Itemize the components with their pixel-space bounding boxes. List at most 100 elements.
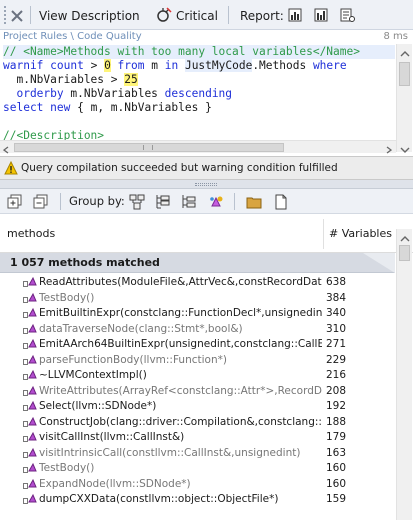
table-row[interactable]: WriteAttributes(ArrayRef<constclang::Att… [0,383,395,398]
column-divider[interactable] [323,219,324,249]
method-icon [23,462,37,474]
group-by-assembly-icon[interactable] [129,194,145,210]
code-text: { m, m.NbVariables } [70,101,212,114]
table-row[interactable]: Select(llvm::SDNode*) 192 [0,398,395,413]
close-icon[interactable] [9,8,25,24]
breadcrumb: Project Rules \ Code Quality 8 ms [0,30,413,44]
code-text: m.NbVariables > [3,73,125,86]
status-message: Query compilation succeeded but warning … [21,162,338,174]
chevron-up-icon[interactable] [400,232,410,242]
method-name: dataTraverseNode(clang::Stmt*,bool&) [39,323,243,335]
keyword-where: where [312,59,347,72]
method-icon [23,354,37,366]
chevron-right-icon[interactable] [386,144,393,154]
keyword-from: from [110,59,145,72]
group-header-row[interactable]: 1 057 methods matched [0,253,395,273]
panel-splitter[interactable] [0,180,413,189]
group-by-type-icon[interactable] [181,194,197,210]
critical-rule-icon[interactable] [156,7,172,23]
method-icon [23,292,37,304]
toolbar-separator [234,193,235,210]
table-row[interactable]: ReadAttributes(ModuleFile&,AttrVec&,cons… [0,274,395,289]
method-name: Select(llvm::SDNode*) [39,400,157,412]
variables-count: 638 [326,276,347,288]
method-icon [23,493,37,505]
variables-count: 179 [326,431,347,443]
method-icon [23,431,37,443]
code-operator: > [83,59,105,72]
method-icon [23,369,37,381]
top-toolbar: View Description Critical Report: [0,0,413,30]
chevron-up-icon[interactable] [400,47,410,57]
variables-count: 163 [326,447,347,459]
code-text: m.NbVariables [63,87,165,100]
results-toolbar: Group by: [0,189,413,214]
grip-icon [143,145,153,150]
method-icon [23,338,37,350]
toolbar-separator [30,6,31,24]
method-icon [23,276,37,288]
table-row[interactable]: dataTraverseNode(clang::Stmt*,bool&) 310 [0,321,395,336]
keyword-in: in [164,59,179,72]
collapse-all-icon[interactable] [33,194,49,210]
code-domain-highlight: JustMyCode [184,59,253,72]
chevron-down-icon[interactable] [400,143,410,153]
table-row[interactable]: ExpandNode(llvm::SDNode*) 160 [0,476,395,491]
view-description-button[interactable]: View Description [39,8,140,24]
method-icon [23,323,37,335]
variables-count: 208 [326,385,347,397]
editor-line-2: warnif count > 0 from m in JustMyCode.Me… [3,59,347,73]
method-name: dumpCXXData(constllvm::object::ObjectFil… [39,493,279,505]
report-label: Report: [240,9,284,23]
column-header-methods[interactable]: methods [7,227,55,240]
editor-horizontal-scrollbar[interactable] [0,140,396,154]
critical-toggle[interactable]: Critical [176,8,218,24]
breadcrumb-path[interactable]: Project Rules \ Code Quality [3,30,142,44]
method-name: visitIntrinsicCall(constllvm::CallInst&,… [39,447,301,459]
group-by-label: Group by: [69,194,125,208]
method-name: EmitBuiltinExpr(constclang::FunctionDecl… [39,307,322,319]
scrollbar-thumb[interactable] [14,143,284,152]
results-column-header: methods # Variables [0,215,413,253]
table-row[interactable]: visitIntrinsicCall(constllvm::CallInst&,… [0,445,395,460]
scrollbar-thumb[interactable] [399,62,410,86]
table-row[interactable]: parseFunctionBody(llvm::Function*) 229 [0,352,395,367]
method-icon [23,385,37,397]
grip-icon [195,183,217,186]
report-options-icon[interactable] [339,7,355,23]
variables-count: 160 [326,462,347,474]
method-name: EmitAArch64BuiltinExpr(unsignedint,const… [39,338,322,350]
expand-all-icon[interactable] [7,194,23,210]
method-name: ~LLVMContextImpl() [39,369,147,381]
group-by-namespace-icon[interactable] [155,194,171,210]
variables-count: 188 [326,416,347,428]
table-row[interactable]: ~LLVMContextImpl() 216 [0,367,395,382]
table-row[interactable]: EmitAArch64BuiltinExpr(unsignedint,const… [0,336,395,351]
table-row[interactable]: dumpCXXData(constllvm::object::ObjectFil… [0,491,395,506]
method-name: ExpandNode(llvm::SDNode*) [39,478,191,490]
report-table-icon[interactable] [313,7,329,23]
editor-vertical-scrollbar[interactable] [396,44,412,153]
method-name: parseFunctionBody(llvm::Function*) [39,354,227,366]
table-row[interactable]: ConstructJob(clang::driver::Compilation&… [0,414,395,429]
query-editor[interactable]: // <Name>Methods with too many local var… [0,44,395,140]
keyword-select: select [3,101,44,114]
results-vertical-scrollbar[interactable] [396,229,412,520]
variables-count: 384 [326,292,347,304]
variables-count: 310 [326,323,347,335]
table-row[interactable]: TestBody() 160 [0,460,395,475]
keyword-descending: descending [164,87,233,100]
chevron-left-icon[interactable] [2,144,9,154]
table-row[interactable]: TestBody() 384 [0,290,395,305]
table-row[interactable]: visitCallInst(llvm::CallInst&) 179 [0,429,395,444]
table-row[interactable]: EmitBuiltinExpr(constclang::FunctionDecl… [0,305,395,320]
file-icon[interactable] [273,194,289,210]
scrollbar-thumb[interactable] [399,245,410,261]
column-header-variables[interactable]: # Variables [329,227,392,240]
folder-icon[interactable] [246,194,262,210]
report-chart-icon[interactable] [287,7,303,23]
group-header-decoration [363,253,395,273]
editor-line-5: select new { m, m.NbVariables } [3,101,212,115]
group-by-method-icon[interactable] [208,194,224,210]
